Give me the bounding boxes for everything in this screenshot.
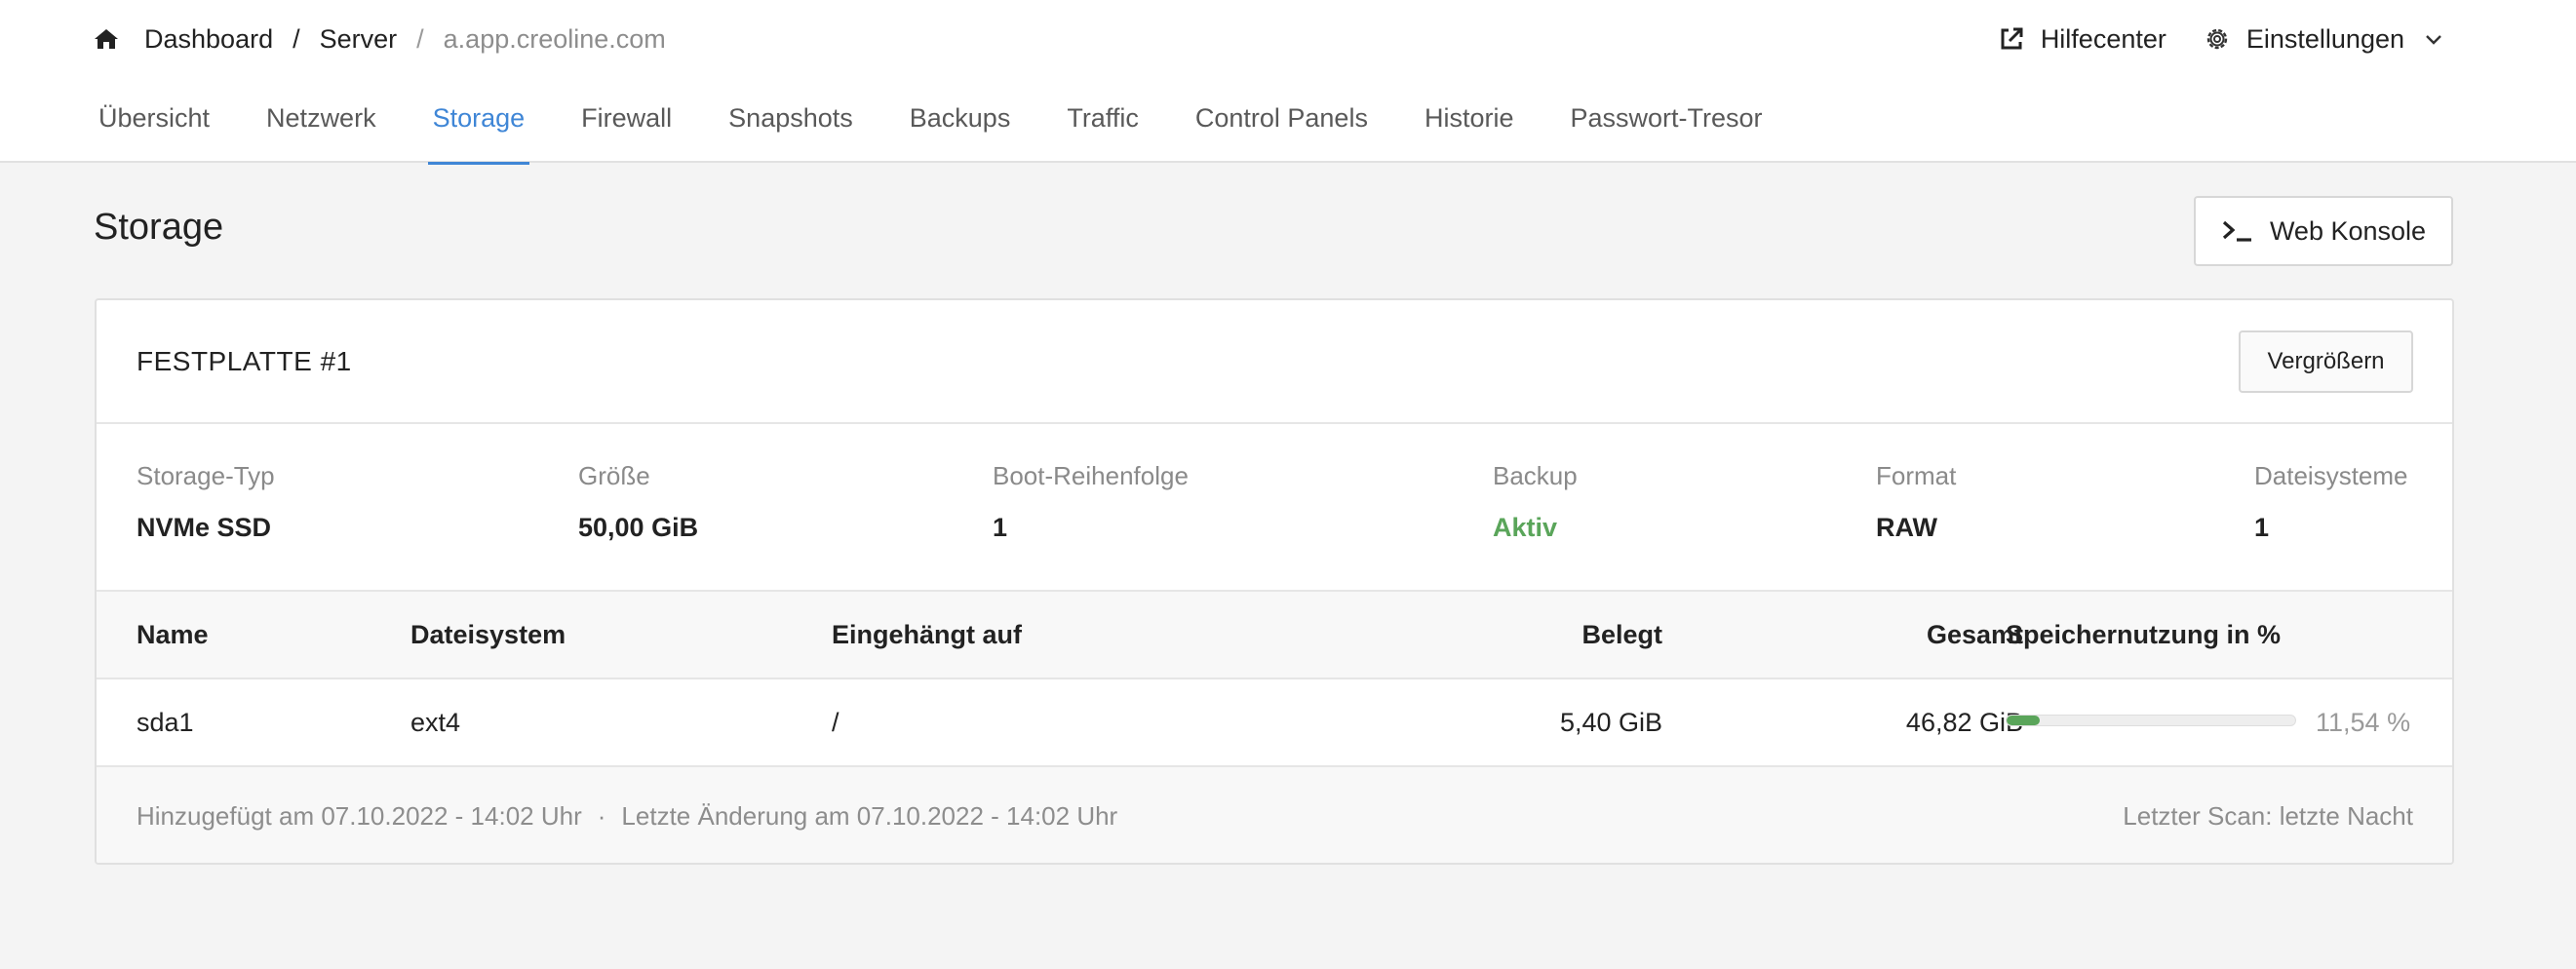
property-label: Dateisysteme [2254, 461, 2408, 490]
property-label: Größe [578, 461, 650, 490]
help-center-link[interactable]: Hilfecenter [1998, 24, 2166, 55]
disk-card-footer: Hinzugefügt am 07.10.2022 - 14:02 Uhr · … [97, 767, 2452, 863]
tab-storage[interactable]: Storage [427, 97, 530, 165]
disk-timestamps: Hinzugefügt am 07.10.2022 - 14:02 Uhr · … [137, 767, 1118, 863]
property-value: 1 [993, 513, 1008, 542]
usage-progress-fill [2007, 716, 2041, 725]
column-header-mount: Eingehängt auf [832, 619, 1022, 649]
breadcrumb-server[interactable]: Server [320, 24, 398, 55]
server-tabs: Übersicht Netzwerk Storage Firewall Snap… [94, 97, 1815, 165]
tab-backups[interactable]: Backups [905, 97, 1016, 163]
partition-name: sda1 [137, 707, 194, 737]
property-value: 50,00 GiB [578, 513, 699, 542]
column-header-filesystem: Dateisystem [410, 619, 566, 649]
tab-netzwerk[interactable]: Netzwerk [261, 97, 381, 163]
tab-traffic[interactable]: Traffic [1062, 97, 1144, 163]
partition-used: 5,40 GiB [1559, 707, 1662, 737]
settings-label: Einstellungen [2245, 23, 2404, 54]
disk-card-header: FESTPLATTE #1 Vergrößern [97, 300, 2452, 424]
property-value: NVMe SSD [137, 513, 272, 542]
gear-icon [2206, 28, 2228, 50]
settings-menu[interactable]: Einstellungen [2204, 24, 2459, 55]
column-header-total: Gesamt [1926, 619, 2023, 649]
added-timestamp: Hinzugefügt am 07.10.2022 - 14:02 Uhr [137, 800, 582, 831]
page-title: Storage [94, 207, 224, 248]
tab-snapshots[interactable]: Snapshots [723, 97, 858, 163]
tab-control-panels[interactable]: Control Panels [1190, 97, 1373, 163]
property-value: RAW [1876, 513, 1937, 542]
header-actions: Hilfecenter Einstellungen [1998, 19, 2459, 58]
disk-properties: Storage-Typ NVMe SSD Größe 50,00 GiB Boo… [97, 424, 2452, 592]
property-label: Boot-Reihenfolge [993, 461, 1189, 490]
partition-mount: / [832, 707, 839, 737]
property-size: Größe 50,00 GiB [578, 461, 698, 543]
home-icon[interactable] [94, 25, 121, 53]
top-header: Dashboard / Server / a.app.creoline.com … [0, 0, 2576, 165]
property-label: Format [1876, 461, 1957, 490]
web-console-button[interactable]: Web Konsole [2194, 196, 2453, 266]
terminal-icon [2222, 220, 2251, 242]
disk-title: FESTPLATTE #1 [137, 346, 352, 376]
property-storage-type: Storage-Typ NVMe SSD [137, 461, 275, 543]
chevron-down-icon [2426, 35, 2441, 45]
tab-uebersicht[interactable]: Übersicht [94, 97, 215, 163]
property-boot-order: Boot-Reihenfolge 1 [993, 461, 1189, 543]
breadcrumb-current-host: a.app.creoline.com [443, 23, 666, 54]
property-filesystems: Dateisysteme 1 [2254, 461, 2408, 543]
changed-timestamp: Letzte Änderung am 07.10.2022 - 14:02 Uh… [621, 800, 1118, 831]
property-backup: Backup Aktiv [1493, 461, 1578, 543]
column-header-used: Belegt [1581, 619, 1662, 649]
property-label: Storage-Typ [137, 461, 275, 490]
breadcrumb-separator: / [293, 23, 300, 54]
external-link-icon [2001, 27, 2023, 50]
column-header-usage: Speichernutzung in % [2006, 619, 2282, 649]
property-value: 1 [2254, 513, 2270, 542]
property-label: Backup [1493, 461, 1578, 490]
partition-table-header: Name Dateisystem Eingehängt auf Belegt G… [97, 592, 2452, 679]
footer-separator: · [597, 800, 606, 831]
breadcrumb-separator: / [416, 23, 424, 54]
breadcrumb: Dashboard / Server / a.app.creoline.com [94, 19, 666, 58]
web-console-label: Web Konsole [2269, 215, 2427, 246]
column-header-name: Name [137, 619, 209, 649]
tab-historie[interactable]: Historie [1420, 97, 1519, 163]
partition-filesystem: ext4 [410, 707, 461, 737]
property-format: Format RAW [1876, 461, 1956, 543]
breadcrumb-dashboard[interactable]: Dashboard [144, 24, 273, 55]
table-row: sda1 ext4 / 5,40 GiB 46,82 GiB 11,54 % [97, 679, 2452, 767]
partition-total: 46,82 GiB [1905, 707, 2023, 737]
backup-status-value: Aktiv [1493, 513, 1558, 542]
resize-disk-button[interactable]: Vergrößern [2239, 330, 2413, 393]
usage-percent: 11,54 % [2316, 707, 2411, 737]
tab-firewall[interactable]: Firewall [576, 97, 677, 163]
usage-progress-bar [2006, 715, 2296, 726]
last-scan-text: Letzter Scan: letzte Nacht [2123, 800, 2413, 831]
help-center-label: Hilfecenter [2040, 23, 2166, 54]
disk-card: FESTPLATTE #1 Vergrößern Storage-Typ NVM… [95, 298, 2454, 865]
tab-passwort-tresor[interactable]: Passwort-Tresor [1565, 97, 1767, 163]
